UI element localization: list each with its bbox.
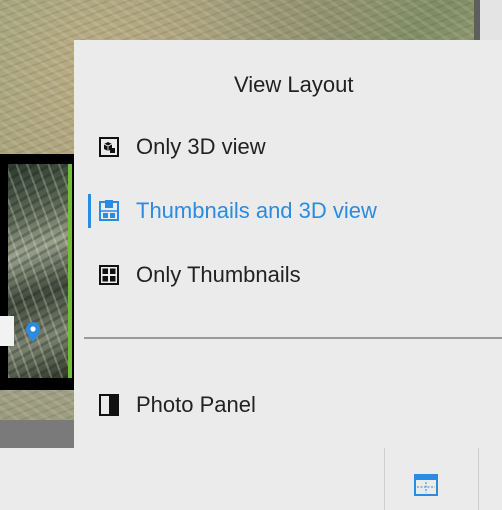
menu-divider: [84, 337, 502, 339]
toolbar-divider: [478, 448, 479, 510]
menu-item-label: Photo Panel: [136, 392, 256, 417]
thumbnail-image[interactable]: [8, 164, 68, 378]
location-pin-icon[interactable]: [26, 322, 40, 342]
photo-panel-icon: [98, 394, 120, 416]
menu-item-only-thumbnails[interactable]: Only Thumbnails: [88, 254, 488, 296]
thumbnail-selection-border: [68, 164, 72, 378]
menu-title: View Layout: [234, 72, 354, 97]
view-layout-icon[interactable]: [414, 474, 438, 496]
thumbnail-panel: [0, 154, 74, 390]
menu-item-only-3d-view[interactable]: Only 3D view: [88, 126, 488, 168]
menu-item-photo-panel[interactable]: Photo Panel: [88, 384, 488, 426]
menu-item-label: Only 3D view: [136, 134, 266, 159]
menu-item-label: Only Thumbnails: [136, 262, 301, 287]
active-indicator: [88, 194, 91, 228]
thumbnails-3d-icon: [98, 200, 120, 222]
right-edge-panel: [474, 0, 502, 40]
toolbar-divider: [384, 448, 385, 510]
menu-item-thumbnails-and-3d-view[interactable]: Thumbnails and 3D view: [88, 190, 488, 232]
menu-item-label: Thumbnails and 3D view: [136, 198, 377, 223]
view-layout-menu: View Layout Only 3D view Thumbnails and …: [74, 40, 502, 448]
status-bar-segment: [0, 420, 74, 448]
3d-view-icon: [98, 136, 120, 158]
thumbnails-grid-icon: [98, 264, 120, 286]
panel-tab[interactable]: [0, 316, 14, 346]
